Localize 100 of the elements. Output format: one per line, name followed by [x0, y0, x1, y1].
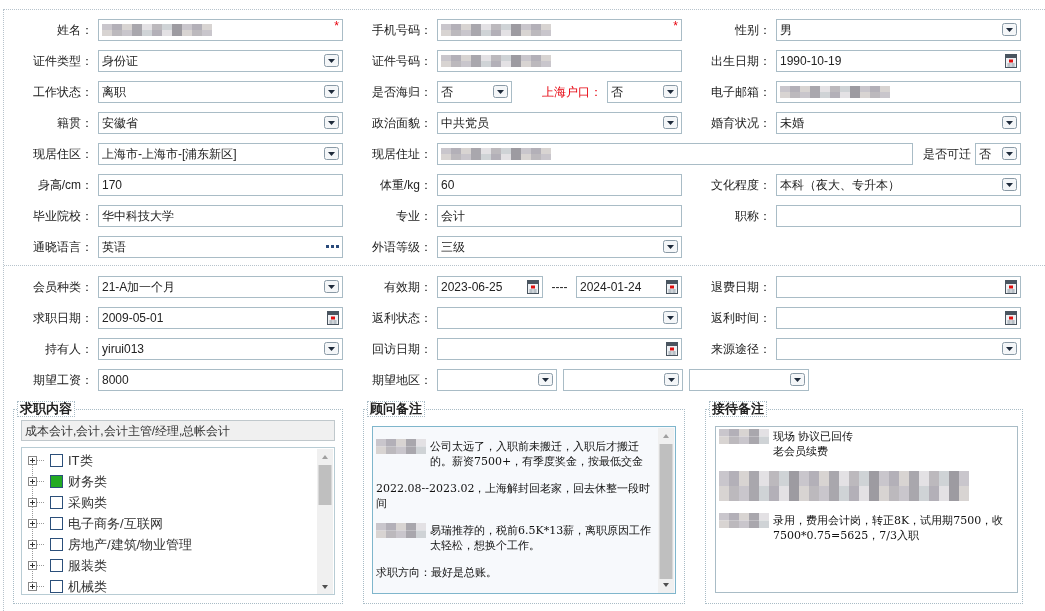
checkbox[interactable]	[50, 517, 63, 530]
dropdown[interactable]: 离职	[98, 80, 343, 103]
field-label: 专业：	[396, 207, 432, 225]
text-field[interactable]: *	[98, 18, 343, 41]
note-text: 求职方向：最好是总账。	[376, 565, 498, 580]
field-label: 籍贯：	[57, 114, 93, 132]
dropdown[interactable]: 本科（夜大、专升本）	[776, 173, 1021, 196]
field-label: 性别：	[735, 21, 771, 39]
dropdown[interactable]: 上海市-上海市-[浦东新区]	[98, 142, 343, 165]
dropdown[interactable]: 否	[975, 142, 1021, 165]
text-field[interactable]	[776, 80, 1021, 103]
text-field[interactable]	[776, 204, 1021, 227]
field-label: 身高/cm：	[37, 176, 93, 194]
tree-connector-line	[37, 502, 45, 503]
calendar-icon[interactable]	[1005, 53, 1017, 68]
calendar-icon[interactable]	[1005, 310, 1017, 325]
text-field[interactable]: 170	[98, 173, 343, 196]
note-text: 易瑞推荐的，税前6.5K*13薪，离职原因工作太轻松，想换个工作。	[430, 523, 653, 553]
dropdown[interactable]: yirui013	[98, 337, 343, 360]
tree-item-label[interactable]: 服装类	[68, 555, 107, 576]
field-label: 是否可迁	[922, 145, 972, 163]
text-field[interactable]: *	[437, 18, 682, 41]
checkbox[interactable]	[50, 454, 63, 467]
tree-connector-line	[37, 544, 45, 545]
more-icon[interactable]	[326, 245, 339, 248]
selection-field[interactable]: 成本会计,会计,会计主管/经理,总帐会计	[21, 420, 335, 441]
lookup-field[interactable]: 英语	[98, 235, 343, 258]
range-separator: ----	[550, 278, 569, 296]
text-field[interactable]: 8000	[98, 368, 343, 391]
expand-icon[interactable]	[28, 582, 37, 591]
field-label: 回访日期：	[372, 340, 432, 358]
field-label: 有效期：	[384, 278, 432, 296]
checkbox[interactable]	[50, 538, 63, 551]
section-legend: 顾问备注	[367, 401, 425, 417]
text-field[interactable]: 会计	[437, 204, 682, 227]
field-label: 体重/kg：	[380, 176, 432, 194]
checkbox[interactable]	[50, 475, 63, 488]
dropdown[interactable]: 否	[437, 80, 512, 103]
calendar-icon[interactable]	[666, 279, 678, 294]
tree-item-label[interactable]: IT类	[68, 450, 93, 471]
field-label: 电子邮箱：	[711, 83, 771, 101]
text-field[interactable]: 华中科技大学	[98, 204, 343, 227]
field-label: 是否海归：	[372, 83, 432, 101]
dropdown[interactable]: 21-A加一个月	[98, 275, 343, 298]
note-text: 录用，费用会计岗，转正8K，试用期7500，收7500*0.75=5625，7/3入职	[773, 513, 1005, 543]
section-legend: 求职内容	[17, 401, 75, 417]
tree-item-label[interactable]: 房地产/建筑/物业管理	[68, 534, 193, 555]
text-field[interactable]: 60	[437, 173, 682, 196]
checkbox[interactable]	[50, 496, 63, 509]
date-field[interactable]	[437, 337, 682, 360]
date-field[interactable]: 2009-05-01	[98, 306, 343, 329]
field-label: 返利状态：	[372, 309, 432, 327]
calendar-icon[interactable]	[327, 310, 339, 325]
expand-icon[interactable]	[28, 519, 37, 528]
field-label: 婚育状况：	[711, 114, 771, 132]
checkbox[interactable]	[50, 559, 63, 572]
dropdown[interactable]: 未婚	[776, 111, 1021, 134]
date-field[interactable]	[776, 306, 1021, 329]
date-field[interactable]: 2023-06-25	[437, 275, 543, 298]
field-label: 毕业院校：	[33, 207, 93, 225]
tree-item-label[interactable]: 机械类	[68, 576, 107, 594]
tree-connector-line	[37, 523, 45, 524]
field-label: 上海户口：	[541, 83, 603, 101]
calendar-icon[interactable]	[666, 341, 678, 356]
checkbox[interactable]	[50, 580, 63, 593]
tree-item-label[interactable]: 采购类	[68, 492, 107, 513]
date-field[interactable]	[776, 275, 1021, 298]
expand-icon[interactable]	[28, 456, 37, 465]
tree-item-label[interactable]: 电子商务/互联网	[68, 513, 163, 534]
note-text: 公司太远了，入职前未搬迁，入职后才搬迁的。薪资7500+，有季度奖金，按最低交金	[430, 439, 645, 469]
text-field[interactable]	[437, 142, 913, 165]
dropdown[interactable]: 三级	[437, 235, 682, 258]
dropdown[interactable]: 安徽省	[98, 111, 343, 134]
expand-icon[interactable]	[28, 561, 37, 570]
tree-connector-line	[37, 565, 45, 566]
expand-icon[interactable]	[28, 540, 37, 549]
expand-icon[interactable]	[28, 477, 37, 486]
field-label: 文化程度：	[711, 176, 771, 194]
dropdown[interactable]: 中共党员	[437, 111, 682, 134]
scrollbar[interactable]	[317, 449, 333, 594]
calendar-icon[interactable]	[1005, 279, 1017, 294]
notes-textarea[interactable]: 现场 协议已回传 老会员续费 录用，费用会计岗，转正8K，试用期7500，收7500*0.75=5625，7/3入职	[715, 426, 1018, 593]
field-label: 持有人：	[45, 340, 93, 358]
note-text: 老会员续费	[773, 444, 829, 459]
field-label: 求职日期：	[33, 309, 93, 327]
field-label: 期望工资：	[33, 371, 93, 389]
tree-item-label[interactable]: 财务类	[68, 471, 107, 492]
dropdown[interactable]: 身份证	[98, 49, 343, 72]
calendar-icon[interactable]	[527, 279, 539, 294]
field-label: 期望地区：	[372, 371, 432, 389]
text-field[interactable]	[437, 49, 682, 72]
notes-textarea[interactable]: 公司太远了，入职前未搬迁，入职后才搬迁的。薪资7500+，有季度奖金，按最低交金 2022.08--2023.02，上海解封回老家，回去休整一段时间 易瑞推荐的，税前6.5K*13薪，离职原因工作太轻松，想换个工作。 求职方向：最好是总账。	[372, 426, 676, 594]
date-field[interactable]: 2024-01-24	[576, 275, 682, 298]
expand-icon[interactable]	[28, 498, 37, 507]
scrollbar[interactable]	[658, 428, 674, 593]
field-label: 外语等级：	[372, 238, 432, 256]
field-label: 返利时间：	[711, 309, 771, 327]
dropdown[interactable]: 男	[776, 18, 1021, 41]
dropdown[interactable]: 否	[607, 80, 682, 103]
date-field[interactable]: 1990-10-19	[776, 49, 1021, 72]
